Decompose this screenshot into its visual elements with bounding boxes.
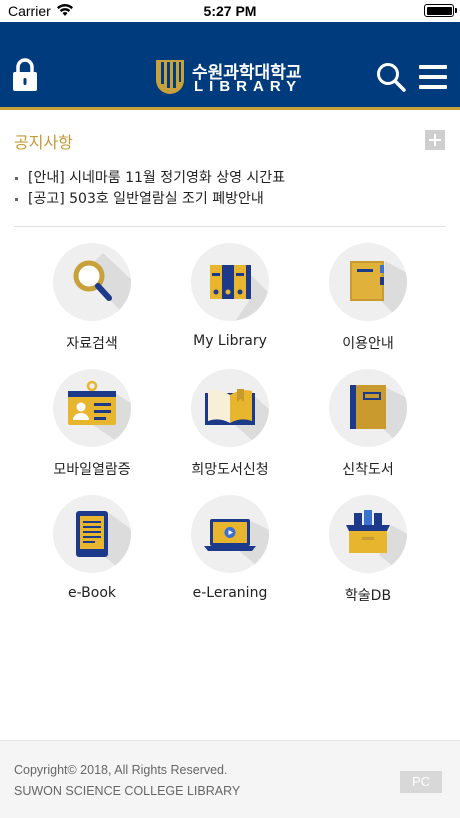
guide-book-icon <box>350 261 407 321</box>
menu-grid: 자료검색 My Library 이용안내 모바일열람증 희망도서신청 신착도서 … <box>0 240 460 620</box>
status-bar: Carrier 5:27 PM <box>0 0 460 22</box>
tile-label: 학술DB <box>344 588 392 604</box>
tile-label: 이용안내 <box>342 336 394 352</box>
laptop-play-icon <box>204 519 269 573</box>
notice-more-plus-icon[interactable] <box>425 130 445 150</box>
menu-tile-search[interactable]: 자료검색 <box>32 240 152 355</box>
menu-tile-ebook[interactable]: e-Book <box>32 492 152 607</box>
tile-circle <box>329 369 407 447</box>
menu-tile-guide[interactable]: 이용안내 <box>308 240 428 355</box>
lock-icon[interactable] <box>12 58 38 92</box>
tile-circle <box>329 495 407 573</box>
new-book-icon <box>350 385 407 447</box>
menu-tile-my-library[interactable]: My Library <box>170 240 290 355</box>
magnifier-icon <box>73 253 131 321</box>
ebook-reader-icon <box>76 511 131 573</box>
pc-version-button[interactable]: PC <box>400 771 442 793</box>
notice-item[interactable]: [안내] 시네마룸 11월 정기영화 상영 시간표 <box>14 168 434 189</box>
menu-tile-academic-db[interactable]: 학술DB <box>308 492 428 607</box>
notice-list: [안내] 시네마룸 11월 정기영화 상영 시간표 [공고] 503호 일반열람… <box>14 168 434 210</box>
tile-circle <box>53 243 131 321</box>
tile-label: 희망도서신청 <box>191 462 269 478</box>
tile-label: My Library <box>193 333 267 349</box>
tile-circle <box>329 243 407 321</box>
tile-circle <box>191 369 269 447</box>
open-book-icon <box>205 389 269 447</box>
footer: Copyright© 2018, All Rights Reserved. SU… <box>0 740 460 818</box>
tile-circle <box>53 495 131 573</box>
divider <box>14 226 446 227</box>
tile-circle <box>53 369 131 447</box>
library-logo: 수원과학대학교 LIBRARY <box>154 58 314 98</box>
menu-tile-new-books[interactable]: 신착도서 <box>308 366 428 481</box>
notice-item[interactable]: [공고] 503호 일반열람실 조기 폐방안내 <box>14 189 434 210</box>
bookshelf-icon <box>210 265 269 321</box>
battery-icon <box>424 4 457 17</box>
tile-label: e-Book <box>67 585 116 601</box>
notice-title: 공지사항 <box>14 133 73 152</box>
college-name: SUWON SCIENCE COLLEGE LIBRARY <box>14 784 241 798</box>
copyright-text: Copyright© 2018, All Rights Reserved. <box>14 763 228 777</box>
menu-tile-mobile-card[interactable]: 모바일열람증 <box>32 366 152 481</box>
menu-tile-book-request[interactable]: 희망도서신청 <box>170 366 290 481</box>
id-card-icon <box>68 380 131 447</box>
emblem-icon <box>156 60 184 94</box>
database-box-icon <box>346 510 407 573</box>
status-time: 5:27 PM <box>203 3 257 19</box>
menu-tile-elearning[interactable]: e-Leraning <box>170 492 290 607</box>
app-header: 수원과학대학교 LIBRARY <box>0 22 460 110</box>
tile-label: 자료검색 <box>66 336 118 352</box>
hamburger-menu-icon[interactable] <box>419 64 447 90</box>
tile-circle <box>191 495 269 573</box>
tile-label: 신착도서 <box>342 462 394 478</box>
search-icon[interactable] <box>376 62 406 92</box>
tile-circle <box>191 243 269 321</box>
tile-label: e-Leraning <box>192 585 268 601</box>
tile-label: 모바일열람증 <box>53 462 131 478</box>
logo-sub: LIBRARY <box>194 78 303 95</box>
